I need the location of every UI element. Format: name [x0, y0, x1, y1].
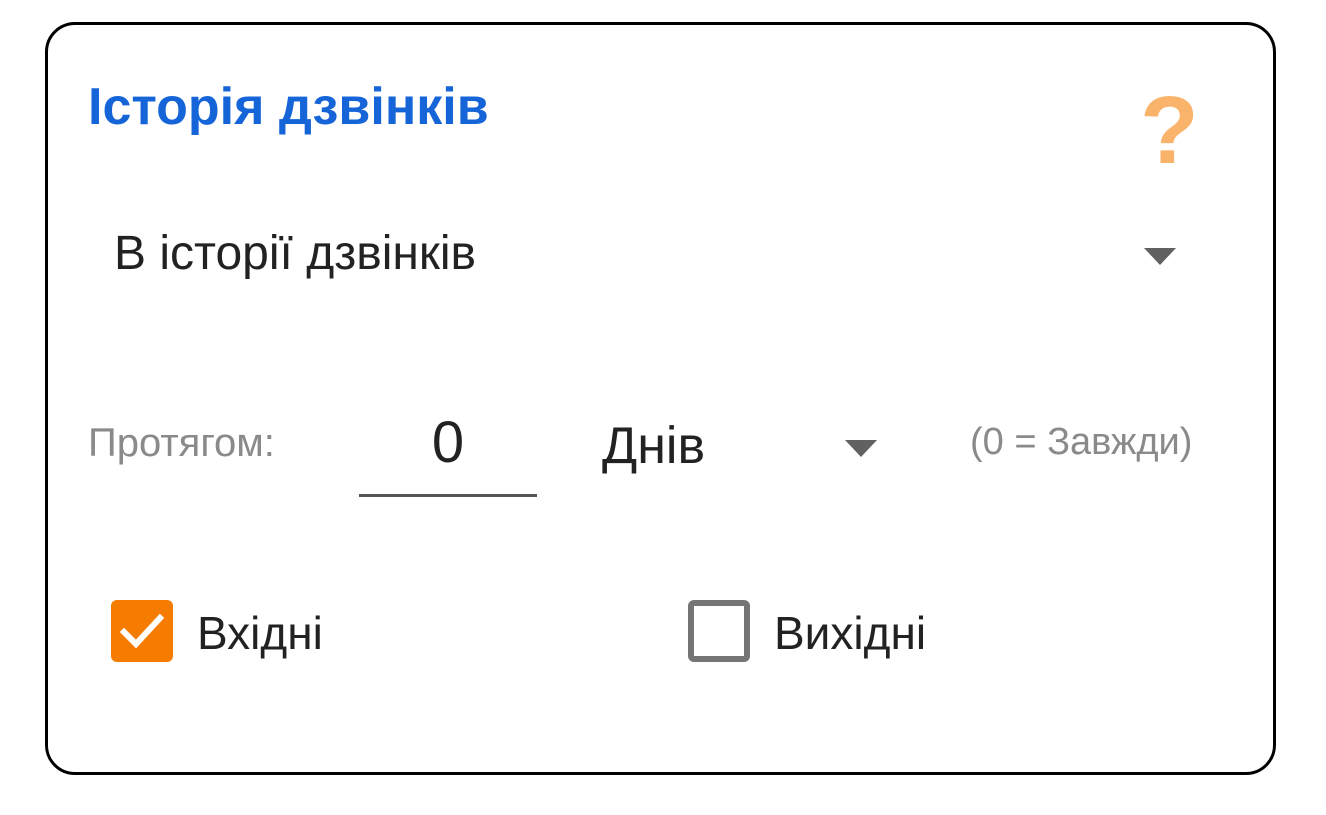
source-dropdown[interactable]: В історії дзвінків [114, 220, 1214, 290]
card-title: Історія дзвінків [88, 78, 489, 136]
checkmark-icon [119, 613, 165, 649]
help-icon[interactable]: ? [1140, 83, 1199, 179]
dropdown-arrow-icon [845, 440, 877, 457]
period-label: Протягом: [88, 421, 275, 465]
outgoing-label: Вихідні [774, 607, 927, 659]
dropdown-arrow-icon [1144, 248, 1176, 265]
period-unit-value: Днів [602, 417, 706, 475]
incoming-checkbox[interactable] [111, 600, 173, 662]
period-unit-dropdown[interactable]: Днів [602, 410, 902, 490]
period-value-input[interactable]: 0 [359, 403, 537, 497]
outgoing-checkbox[interactable] [688, 600, 750, 662]
source-dropdown-value: В історії дзвінків [114, 227, 477, 280]
call-history-card: Історія дзвінків ? В історії дзвінків Пр… [45, 22, 1276, 775]
incoming-label: Вхідні [197, 607, 323, 659]
period-hint: (0 = Завжди) [970, 421, 1193, 463]
